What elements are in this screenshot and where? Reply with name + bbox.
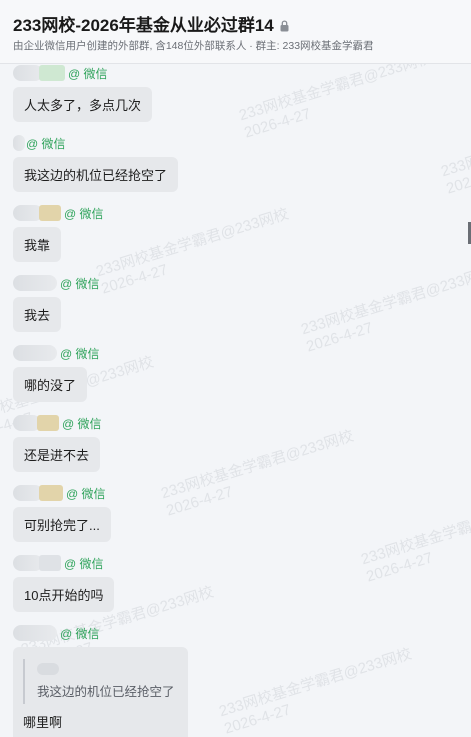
- watermark-line2: 2026-4-27: [222, 701, 293, 737]
- watermark-line1: 233网校基金学霸君@233网校: [159, 427, 356, 503]
- watermark: 233网校基金学霸君@233网校2026-4-27: [159, 428, 361, 521]
- message: @ 微信 人太多了，多点几次: [13, 64, 153, 122]
- message-bubble[interactable]: 我去: [13, 297, 62, 332]
- wechat-source-label: @ 微信: [60, 346, 100, 361]
- message-bubble[interactable]: 我这边的机位已经抢空了 哪里啊: [13, 647, 188, 737]
- message-bubble[interactable]: 人太多了，多点几次: [13, 87, 153, 122]
- message: @ 微信 我这边的机位已经抢空了 哪里啊: [13, 624, 188, 737]
- watermark-line2: 2026-4-27: [304, 319, 375, 356]
- message: @ 微信 我靠: [13, 204, 104, 262]
- message-sender[interactable]: @ 微信: [13, 414, 102, 432]
- message-bubble[interactable]: 我这边的机位已经抢空了: [13, 157, 179, 192]
- message: @ 微信 哪的没了: [13, 344, 100, 402]
- wechat-source-label: @ 微信: [62, 416, 102, 431]
- watermark: 233网校基金学霸君@233网校2026-4-27: [299, 264, 471, 357]
- message-sender[interactable]: @ 微信: [13, 344, 100, 362]
- wechat-source-label: @ 微信: [64, 556, 104, 571]
- avatar[interactable]: [13, 625, 57, 641]
- message: @ 微信 我这边的机位已经抢空了: [13, 134, 179, 192]
- sender-name: [39, 555, 61, 571]
- watermark: 233网校基金学霸君@233网校2026-4-27: [359, 494, 471, 587]
- watermark-line2: 2026-4-27: [164, 483, 235, 520]
- sender-name: [39, 65, 65, 81]
- group-subtitle: 由企业微信用户创建的外部群, 含148位外部联系人 · 群主: 233网校基金学…: [13, 40, 374, 52]
- wechat-source-label: @ 微信: [66, 486, 106, 501]
- sender-name: [39, 485, 63, 501]
- chat-header: 233网校-2026年基金从业必过群14 由企业微信用户创建的外部群, 含148…: [0, 0, 471, 64]
- watermark-line2: 2026-4-27: [444, 161, 471, 198]
- group-title-text: 233网校-2026年基金从业必过群14: [13, 16, 274, 35]
- wechat-source-label: @ 微信: [60, 626, 100, 641]
- wechat-source-label: @ 微信: [60, 276, 100, 291]
- watermark-line1: 233网校基金学霸君@233网校: [359, 493, 471, 569]
- message-bubble[interactable]: 哪的没了: [13, 367, 88, 402]
- message-bubble[interactable]: 还是进不去: [13, 437, 101, 472]
- message-sender[interactable]: @ 微信: [13, 204, 104, 222]
- message-bubble[interactable]: 我靠: [13, 227, 62, 262]
- watermark-line1: 233网校基金学霸君@233网校: [237, 64, 434, 125]
- avatar[interactable]: [13, 135, 25, 151]
- wechat-source-label: @ 微信: [64, 206, 104, 221]
- message-sender[interactable]: @ 微信: [13, 624, 188, 642]
- wechat-source-label: @ 微信: [26, 136, 66, 151]
- watermark-line2: 2026-4-27: [364, 549, 435, 586]
- watermark: 233网校基金学霸君@233网校2026-4-27: [217, 646, 419, 737]
- lock-icon: [280, 17, 289, 37]
- quoted-avatar: [37, 663, 59, 675]
- message: @ 微信 可别抢完了...: [13, 484, 111, 542]
- watermark: 233网校基金学霸君@233网校2026-4-27: [94, 206, 296, 299]
- message-sender[interactable]: @ 微信: [13, 64, 152, 82]
- message-text: 哪里啊: [23, 715, 63, 730]
- message: @ 微信 还是进不去: [13, 414, 102, 472]
- message-sender[interactable]: @ 微信: [13, 484, 111, 502]
- message-bubble[interactable]: 可别抢完了...: [13, 507, 111, 542]
- group-title[interactable]: 233网校-2026年基金从业必过群14: [13, 11, 289, 37]
- avatar[interactable]: [13, 345, 57, 361]
- quoted-message[interactable]: 我这边的机位已经抢空了: [23, 659, 178, 704]
- watermark-line1: 233网校基金学霸君@233网校: [217, 645, 414, 721]
- watermark-line2: 2026-4-27: [242, 105, 313, 142]
- message-sender[interactable]: @ 微信: [13, 134, 178, 152]
- message-bubble[interactable]: 10点开始的吗: [13, 577, 115, 612]
- message: @ 微信 我去: [13, 274, 100, 332]
- message: @ 微信 10点开始的吗: [13, 554, 115, 612]
- watermark: 233网校基金学霸君@233网校2026-4-27: [237, 64, 439, 142]
- avatar[interactable]: [13, 275, 57, 291]
- watermark-line1: 233网校基金学霸君@233网校: [439, 105, 471, 181]
- wechat-source-label: @ 微信: [68, 66, 108, 81]
- sender-name: [39, 205, 61, 221]
- watermark-line1: 233网校基金学霸君@233网校: [94, 205, 291, 281]
- watermark-line2: 2026-4-27: [99, 261, 170, 298]
- message-list[interactable]: 233网校基金学霸君@233网校 2026-4-27 233网校基金学霸君@233…: [0, 64, 471, 737]
- watermark-line1: 233网校基金学霸君@233网校: [299, 263, 471, 339]
- sender-name: [37, 415, 59, 431]
- message-sender[interactable]: @ 微信: [13, 554, 114, 572]
- watermark: 233网校基金学霸君@233网校2026-4-27: [439, 106, 471, 199]
- quoted-text: 我这边的机位已经抢空了: [37, 685, 175, 699]
- message-sender[interactable]: @ 微信: [13, 274, 100, 292]
